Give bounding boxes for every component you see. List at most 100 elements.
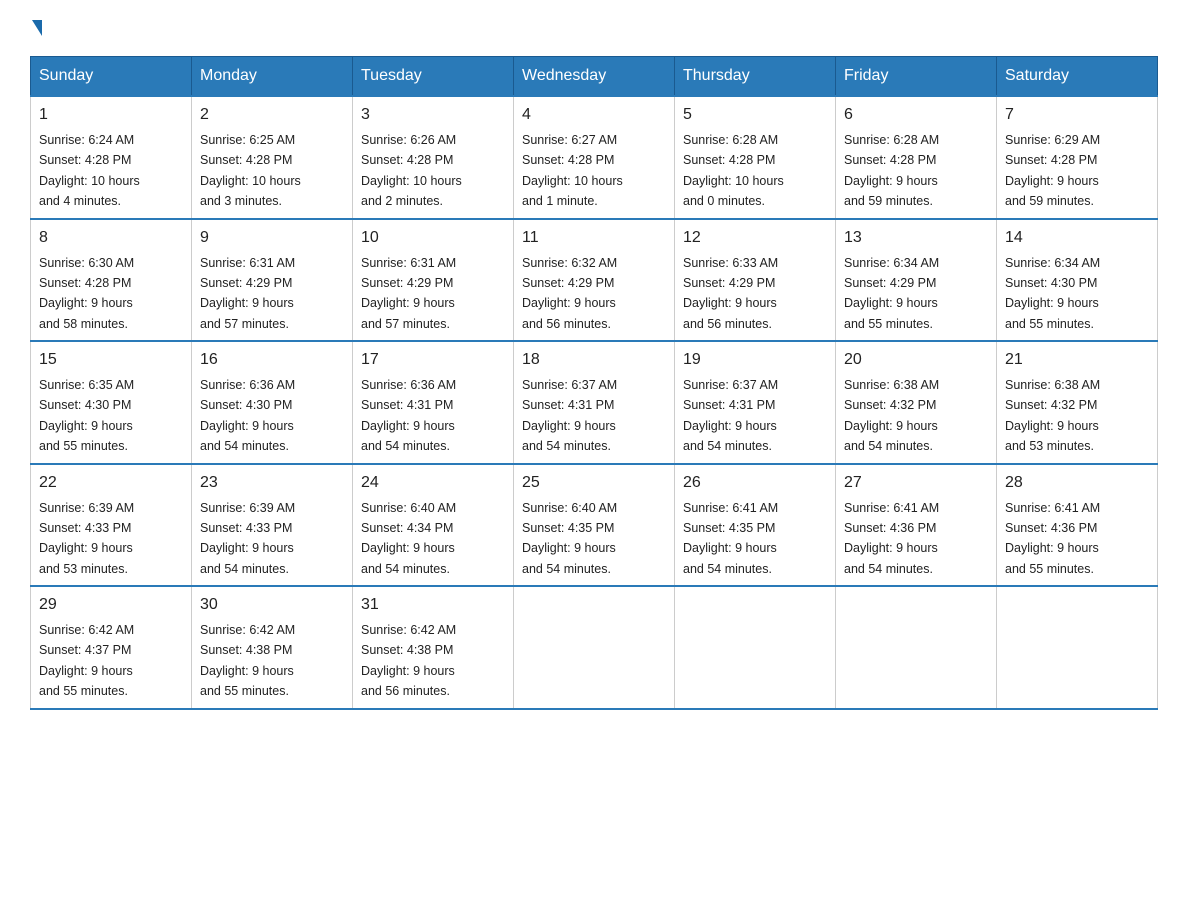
day-info: Sunrise: 6:33 AMSunset: 4:29 PMDaylight:…: [683, 256, 778, 331]
day-number: 29: [39, 593, 183, 617]
calendar-table: SundayMondayTuesdayWednesdayThursdayFrid…: [30, 56, 1158, 710]
calendar-cell: 21 Sunrise: 6:38 AMSunset: 4:32 PMDaylig…: [997, 341, 1158, 464]
weekday-header-friday: Friday: [836, 57, 997, 97]
calendar-cell: 30 Sunrise: 6:42 AMSunset: 4:38 PMDaylig…: [192, 586, 353, 709]
day-number: 3: [361, 103, 505, 127]
day-info: Sunrise: 6:37 AMSunset: 4:31 PMDaylight:…: [522, 378, 617, 453]
day-number: 10: [361, 226, 505, 250]
logo-triangle-icon: [32, 20, 42, 36]
weekday-header-sunday: Sunday: [31, 57, 192, 97]
calendar-cell: 16 Sunrise: 6:36 AMSunset: 4:30 PMDaylig…: [192, 341, 353, 464]
calendar-cell: [997, 586, 1158, 709]
day-number: 20: [844, 348, 988, 372]
day-number: 9: [200, 226, 344, 250]
day-info: Sunrise: 6:42 AMSunset: 4:37 PMDaylight:…: [39, 623, 134, 698]
calendar-cell: 24 Sunrise: 6:40 AMSunset: 4:34 PMDaylig…: [353, 464, 514, 587]
week-row-1: 1 Sunrise: 6:24 AMSunset: 4:28 PMDayligh…: [31, 96, 1158, 219]
calendar-cell: 26 Sunrise: 6:41 AMSunset: 4:35 PMDaylig…: [675, 464, 836, 587]
day-info: Sunrise: 6:26 AMSunset: 4:28 PMDaylight:…: [361, 133, 462, 208]
calendar-cell: 29 Sunrise: 6:42 AMSunset: 4:37 PMDaylig…: [31, 586, 192, 709]
day-number: 4: [522, 103, 666, 127]
day-number: 2: [200, 103, 344, 127]
calendar-cell: 10 Sunrise: 6:31 AMSunset: 4:29 PMDaylig…: [353, 219, 514, 342]
day-info: Sunrise: 6:32 AMSunset: 4:29 PMDaylight:…: [522, 256, 617, 331]
day-info: Sunrise: 6:41 AMSunset: 4:36 PMDaylight:…: [1005, 501, 1100, 576]
day-info: Sunrise: 6:37 AMSunset: 4:31 PMDaylight:…: [683, 378, 778, 453]
calendar-cell: 1 Sunrise: 6:24 AMSunset: 4:28 PMDayligh…: [31, 96, 192, 219]
day-number: 5: [683, 103, 827, 127]
day-info: Sunrise: 6:41 AMSunset: 4:35 PMDaylight:…: [683, 501, 778, 576]
week-row-2: 8 Sunrise: 6:30 AMSunset: 4:28 PMDayligh…: [31, 219, 1158, 342]
day-number: 6: [844, 103, 988, 127]
day-info: Sunrise: 6:25 AMSunset: 4:28 PMDaylight:…: [200, 133, 301, 208]
calendar-cell: 17 Sunrise: 6:36 AMSunset: 4:31 PMDaylig…: [353, 341, 514, 464]
calendar-cell: 28 Sunrise: 6:41 AMSunset: 4:36 PMDaylig…: [997, 464, 1158, 587]
calendar-cell: 22 Sunrise: 6:39 AMSunset: 4:33 PMDaylig…: [31, 464, 192, 587]
calendar-cell: [514, 586, 675, 709]
day-number: 26: [683, 471, 827, 495]
weekday-header-tuesday: Tuesday: [353, 57, 514, 97]
day-number: 13: [844, 226, 988, 250]
calendar-cell: 19 Sunrise: 6:37 AMSunset: 4:31 PMDaylig…: [675, 341, 836, 464]
calendar-cell: 14 Sunrise: 6:34 AMSunset: 4:30 PMDaylig…: [997, 219, 1158, 342]
day-info: Sunrise: 6:36 AMSunset: 4:31 PMDaylight:…: [361, 378, 456, 453]
calendar-cell: 4 Sunrise: 6:27 AMSunset: 4:28 PMDayligh…: [514, 96, 675, 219]
day-number: 23: [200, 471, 344, 495]
weekday-header-thursday: Thursday: [675, 57, 836, 97]
day-info: Sunrise: 6:38 AMSunset: 4:32 PMDaylight:…: [844, 378, 939, 453]
day-info: Sunrise: 6:28 AMSunset: 4:28 PMDaylight:…: [683, 133, 784, 208]
day-number: 25: [522, 471, 666, 495]
day-number: 16: [200, 348, 344, 372]
day-info: Sunrise: 6:28 AMSunset: 4:28 PMDaylight:…: [844, 133, 939, 208]
calendar-cell: 3 Sunrise: 6:26 AMSunset: 4:28 PMDayligh…: [353, 96, 514, 219]
calendar-cell: 2 Sunrise: 6:25 AMSunset: 4:28 PMDayligh…: [192, 96, 353, 219]
calendar-cell: 8 Sunrise: 6:30 AMSunset: 4:28 PMDayligh…: [31, 219, 192, 342]
page-header: [30, 20, 1158, 36]
day-info: Sunrise: 6:39 AMSunset: 4:33 PMDaylight:…: [200, 501, 295, 576]
day-number: 12: [683, 226, 827, 250]
day-info: Sunrise: 6:24 AMSunset: 4:28 PMDaylight:…: [39, 133, 140, 208]
calendar-cell: [675, 586, 836, 709]
day-number: 1: [39, 103, 183, 127]
calendar-cell: 23 Sunrise: 6:39 AMSunset: 4:33 PMDaylig…: [192, 464, 353, 587]
weekday-header-saturday: Saturday: [997, 57, 1158, 97]
day-info: Sunrise: 6:31 AMSunset: 4:29 PMDaylight:…: [200, 256, 295, 331]
day-info: Sunrise: 6:27 AMSunset: 4:28 PMDaylight:…: [522, 133, 623, 208]
day-number: 18: [522, 348, 666, 372]
weekday-header-row: SundayMondayTuesdayWednesdayThursdayFrid…: [31, 57, 1158, 97]
calendar-cell: 20 Sunrise: 6:38 AMSunset: 4:32 PMDaylig…: [836, 341, 997, 464]
day-info: Sunrise: 6:40 AMSunset: 4:34 PMDaylight:…: [361, 501, 456, 576]
week-row-5: 29 Sunrise: 6:42 AMSunset: 4:37 PMDaylig…: [31, 586, 1158, 709]
calendar-cell: 12 Sunrise: 6:33 AMSunset: 4:29 PMDaylig…: [675, 219, 836, 342]
calendar-cell: 25 Sunrise: 6:40 AMSunset: 4:35 PMDaylig…: [514, 464, 675, 587]
week-row-3: 15 Sunrise: 6:35 AMSunset: 4:30 PMDaylig…: [31, 341, 1158, 464]
day-number: 19: [683, 348, 827, 372]
calendar-cell: 15 Sunrise: 6:35 AMSunset: 4:30 PMDaylig…: [31, 341, 192, 464]
day-number: 17: [361, 348, 505, 372]
day-info: Sunrise: 6:29 AMSunset: 4:28 PMDaylight:…: [1005, 133, 1100, 208]
day-number: 21: [1005, 348, 1149, 372]
day-number: 28: [1005, 471, 1149, 495]
day-info: Sunrise: 6:34 AMSunset: 4:30 PMDaylight:…: [1005, 256, 1100, 331]
calendar-cell: 18 Sunrise: 6:37 AMSunset: 4:31 PMDaylig…: [514, 341, 675, 464]
day-info: Sunrise: 6:42 AMSunset: 4:38 PMDaylight:…: [200, 623, 295, 698]
calendar-cell: 7 Sunrise: 6:29 AMSunset: 4:28 PMDayligh…: [997, 96, 1158, 219]
calendar-cell: 6 Sunrise: 6:28 AMSunset: 4:28 PMDayligh…: [836, 96, 997, 219]
calendar-cell: [836, 586, 997, 709]
day-number: 22: [39, 471, 183, 495]
day-number: 31: [361, 593, 505, 617]
day-info: Sunrise: 6:41 AMSunset: 4:36 PMDaylight:…: [844, 501, 939, 576]
calendar-cell: 13 Sunrise: 6:34 AMSunset: 4:29 PMDaylig…: [836, 219, 997, 342]
calendar-cell: 5 Sunrise: 6:28 AMSunset: 4:28 PMDayligh…: [675, 96, 836, 219]
calendar-cell: 27 Sunrise: 6:41 AMSunset: 4:36 PMDaylig…: [836, 464, 997, 587]
weekday-header-wednesday: Wednesday: [514, 57, 675, 97]
calendar-cell: 31 Sunrise: 6:42 AMSunset: 4:38 PMDaylig…: [353, 586, 514, 709]
calendar-cell: 9 Sunrise: 6:31 AMSunset: 4:29 PMDayligh…: [192, 219, 353, 342]
calendar-cell: 11 Sunrise: 6:32 AMSunset: 4:29 PMDaylig…: [514, 219, 675, 342]
day-number: 30: [200, 593, 344, 617]
day-info: Sunrise: 6:30 AMSunset: 4:28 PMDaylight:…: [39, 256, 134, 331]
day-info: Sunrise: 6:31 AMSunset: 4:29 PMDaylight:…: [361, 256, 456, 331]
day-number: 11: [522, 226, 666, 250]
day-number: 24: [361, 471, 505, 495]
week-row-4: 22 Sunrise: 6:39 AMSunset: 4:33 PMDaylig…: [31, 464, 1158, 587]
